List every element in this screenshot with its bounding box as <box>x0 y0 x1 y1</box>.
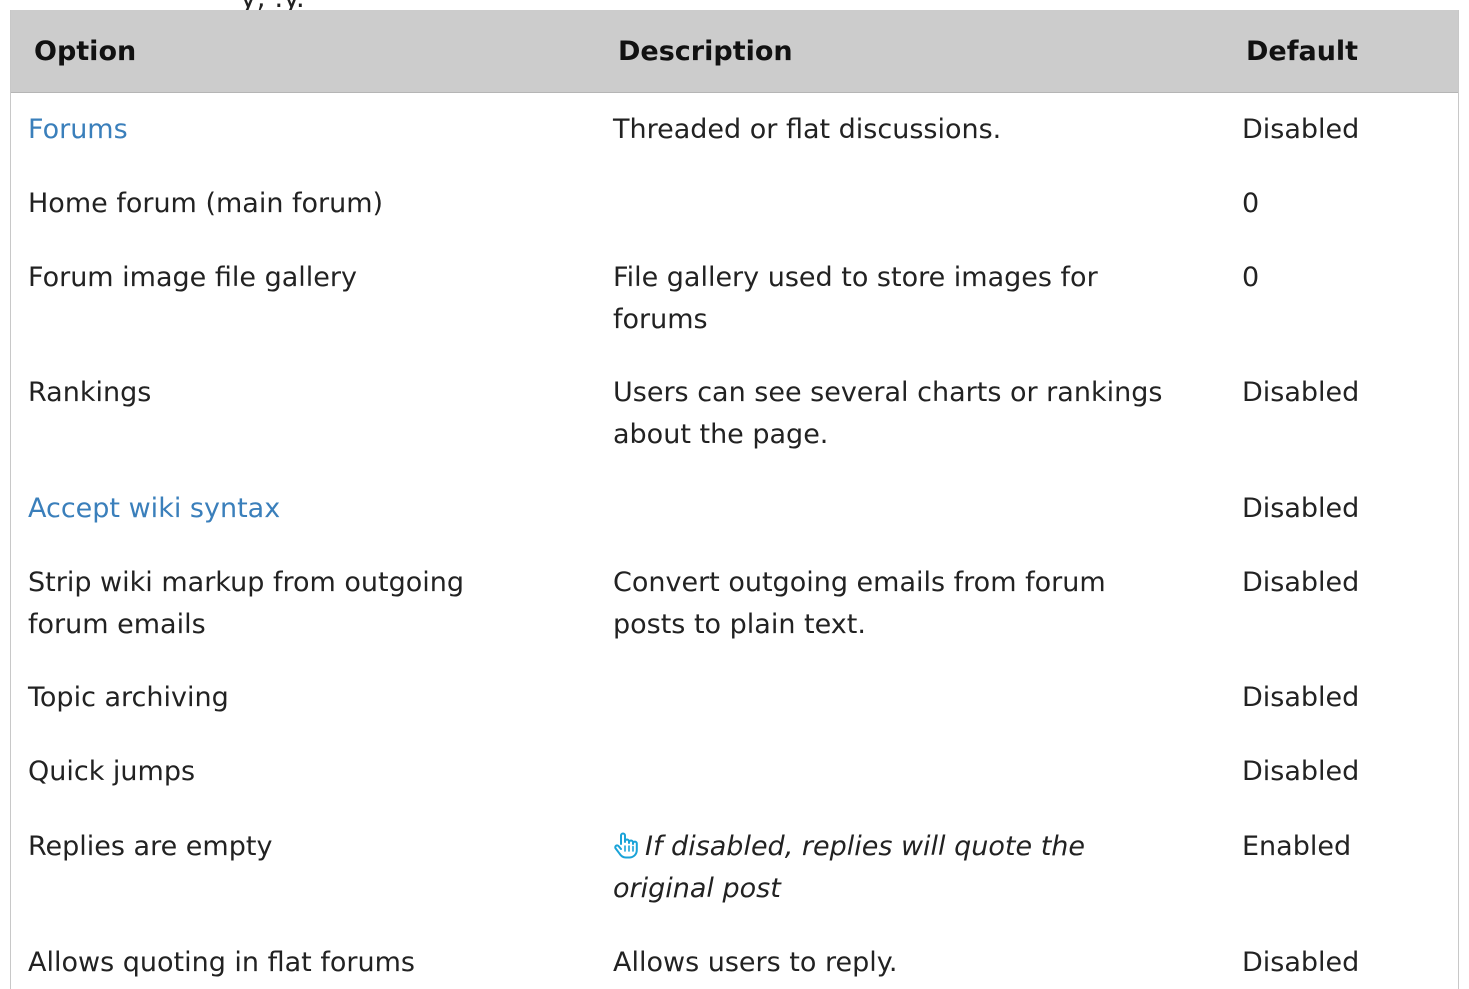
description-cell: If disabled, replies will quote the orig… <box>613 826 1153 910</box>
option-cell: Topic archiving <box>28 682 229 713</box>
description-cell: Users can see several charts or rankings… <box>613 377 1163 450</box>
column-header-description: Description <box>618 36 793 67</box>
column-header-default: Default <box>1246 36 1359 67</box>
forum-settings-table: Option Description Default Forums Thread… <box>10 10 1459 989</box>
description-text: If disabled, replies will quote the orig… <box>613 831 1086 904</box>
description-cell: Convert outgoing emails from forum posts… <box>613 567 1106 640</box>
default-cell: Disabled <box>1242 567 1360 598</box>
pointing-hand-icon <box>613 830 639 859</box>
option-cell: Allows quoting in flat forums <box>28 947 415 978</box>
default-cell: Disabled <box>1242 114 1360 145</box>
default-cell: Disabled <box>1242 493 1360 524</box>
option-cell: Strip wiki markup from outgoing forum em… <box>28 567 464 640</box>
default-cell: Disabled <box>1242 377 1360 408</box>
option-cell: Home forum (main forum) <box>28 188 384 219</box>
option-cell: Forum image file gallery <box>28 262 357 293</box>
clipped-heading-fragment: y, .y. <box>0 0 1469 10</box>
default-cell: Disabled <box>1242 947 1360 978</box>
table-header-row: Option Description Default <box>11 10 1458 93</box>
clipped-heading-text: y, .y. <box>240 0 305 10</box>
option-cell: Quick jumps <box>28 756 196 787</box>
default-cell: Disabled <box>1242 682 1360 713</box>
option-cell: Replies are empty <box>28 831 273 862</box>
option-link-forums[interactable]: Forums <box>28 109 588 151</box>
default-cell: Disabled <box>1242 756 1360 787</box>
description-cell: Threaded or flat discussions. <box>613 114 1002 145</box>
description-cell: File gallery used to store images for fo… <box>613 262 1098 335</box>
default-cell: 0 <box>1242 262 1260 293</box>
option-cell: Rankings <box>28 377 152 408</box>
column-header-option: Option <box>34 36 137 67</box>
description-cell: Allows users to reply. <box>613 947 898 978</box>
default-cell: Enabled <box>1242 831 1352 862</box>
default-cell: 0 <box>1242 188 1260 219</box>
option-link-accept-wiki-syntax[interactable]: Accept wiki syntax <box>28 488 588 530</box>
